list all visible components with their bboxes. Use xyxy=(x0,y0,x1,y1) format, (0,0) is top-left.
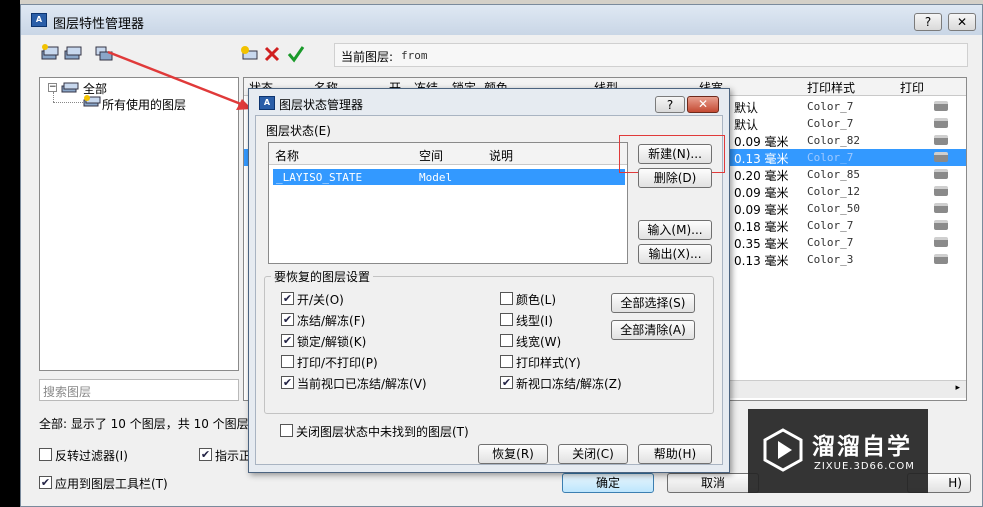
setting-checkbox[interactable] xyxy=(500,334,513,347)
clear-all-button[interactable]: 全部清除(A) xyxy=(611,320,695,340)
import-state-button[interactable]: 输入(M)... xyxy=(638,220,712,240)
export-state-button[interactable]: 输出(X)... xyxy=(638,244,712,264)
setting-checkbox[interactable]: ✔ xyxy=(281,376,294,389)
inner-app-icon: A xyxy=(259,96,275,110)
close-button[interactable]: 关闭(C) xyxy=(558,444,628,464)
restore-button[interactable]: 恢复(R) xyxy=(478,444,548,464)
setting-checkbox[interactable]: ✔ xyxy=(281,292,294,305)
setting-label: 新视口冻结/解冻(Z) xyxy=(516,377,622,391)
inner-title: 图层状态管理器 xyxy=(279,98,364,112)
setting-label: 线型(I) xyxy=(516,314,553,328)
setting-label: 当前视口已冻结/解冻(V) xyxy=(297,377,427,391)
setting-checkbox[interactable] xyxy=(500,313,513,326)
watermark-url: ZIXUE.3D66.COM xyxy=(814,461,915,472)
setting-checkbox[interactable] xyxy=(281,355,294,368)
setting-label: 锁定/解锁(K) xyxy=(297,335,367,349)
state-row[interactable]: _LAYISO_STATE Model xyxy=(273,169,625,185)
setting-label: 颜色(L) xyxy=(516,293,557,307)
play-logo-icon xyxy=(763,428,803,472)
col-state-space[interactable]: 空间 xyxy=(419,147,443,164)
setting-label: 冻结/解冻(F) xyxy=(297,314,366,328)
col-state-desc[interactable]: 说明 xyxy=(489,147,513,164)
states-list-header: 名称 空间 说明 xyxy=(269,143,627,165)
restore-settings-label: 要恢复的图层设置 xyxy=(271,268,374,285)
layer-states-manager-dialog: A 图层状态管理器 ? ✕ 图层状态(E) 名称 空间 说明 _LAYISO_S… xyxy=(248,88,730,473)
watermark-logo: 溜溜自学 ZIXUE.3D66.COM xyxy=(748,409,928,493)
select-all-button[interactable]: 全部选择(S) xyxy=(611,293,695,313)
state-name: _LAYISO_STATE xyxy=(276,171,363,184)
setting-label: 开/关(O) xyxy=(297,293,344,307)
inner-body: 图层状态(E) 名称 空间 说明 _LAYISO_STATE Model 新建(… xyxy=(255,115,725,465)
setting-checkbox[interactable]: ✔ xyxy=(500,376,513,389)
inner-help-action-button[interactable]: 帮助(H) xyxy=(638,444,712,464)
settings-left-column: ✔ 开/关(O) ✔ 冻结/解冻(F) ✔ 锁定/解锁(K) 打印/不打印(P) ✔ 当前视口已… xyxy=(281,291,501,401)
close-missing-label: 关闭图层状态中未找到的图层(T) xyxy=(296,425,469,439)
delete-state-button[interactable]: 删除(D) xyxy=(638,168,712,188)
setting-label: 打印样式(Y) xyxy=(516,356,581,370)
state-space: Model xyxy=(419,171,453,184)
inner-help-button[interactable]: ? xyxy=(655,96,685,113)
setting-checkbox[interactable] xyxy=(500,292,513,305)
col-state-name[interactable]: 名称 xyxy=(275,147,299,164)
setting-label: 线宽(W) xyxy=(516,335,562,349)
layer-states-list: 名称 空间 说明 _LAYISO_STATE Model xyxy=(268,142,628,264)
watermark-brand: 溜溜自学 xyxy=(812,434,912,460)
inner-close-button[interactable]: ✕ xyxy=(687,96,719,113)
setting-label: 打印/不打印(P) xyxy=(297,356,378,370)
close-missing-checkbox[interactable] xyxy=(280,424,293,437)
setting-checkbox[interactable]: ✔ xyxy=(281,334,294,347)
setting-checkbox[interactable]: ✔ xyxy=(281,313,294,326)
restore-settings-group: 要恢复的图层设置 ✔ 开/关(O) ✔ 冻结/解冻(F) ✔ 锁定/解锁(K) 打印/不打印… xyxy=(264,268,714,414)
setting-checkbox[interactable] xyxy=(500,355,513,368)
layer-states-label: 图层状态(E) xyxy=(266,124,331,138)
